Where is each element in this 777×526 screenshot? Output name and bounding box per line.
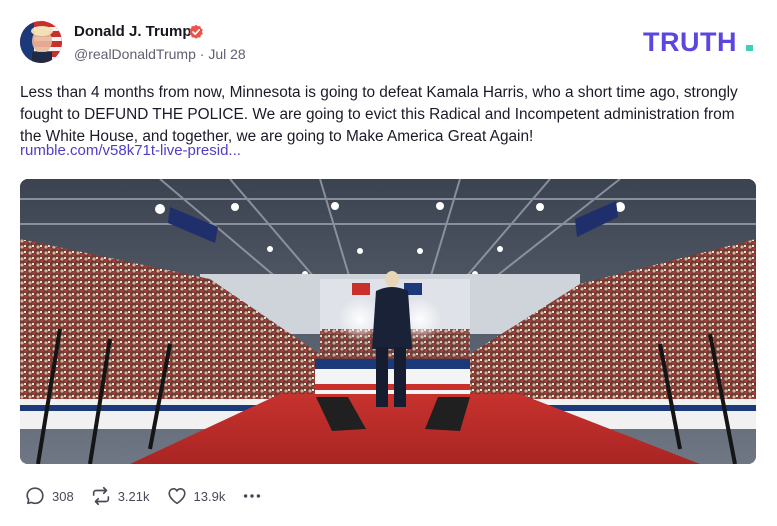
reply-button[interactable]: 308 (24, 485, 74, 507)
truth-post: Donald J. Trump @realDonaldTrump · Jul 2… (0, 0, 777, 526)
author-name[interactable]: Donald J. Trump (74, 23, 192, 40)
post-image[interactable] (20, 179, 756, 464)
like-count: 13.9k (193, 488, 226, 504)
author-handle[interactable]: @realDonaldTrump (74, 46, 196, 62)
more-options-button[interactable] (241, 485, 263, 507)
post-link[interactable]: rumble.com/v58k71t-live-presid... (20, 142, 241, 159)
post-actions: 308 3.21k 13.9k (24, 484, 263, 508)
svg-text:TRUTH: TRUTH (643, 28, 737, 56)
truth-social-logo: TRUTH (643, 28, 753, 56)
like-button[interactable]: 13.9k (166, 485, 226, 507)
post-date[interactable]: Jul 28 (208, 46, 245, 62)
more-icon (244, 494, 261, 498)
retruth-count: 3.21k (117, 488, 150, 504)
retruth-icon (92, 486, 109, 506)
reply-count: 308 (52, 488, 74, 504)
author-avatar[interactable] (20, 21, 62, 63)
like-icon (167, 488, 186, 505)
post-text: Less than 4 months from now, Minnesota i… (20, 84, 738, 145)
author-meta: @realDonaldTrump · Jul 28 (74, 46, 246, 62)
retruth-button[interactable]: 3.21k (90, 485, 150, 507)
meta-separator: · (199, 46, 205, 62)
rally-photo (20, 179, 756, 464)
verified-badge-icon (189, 24, 203, 39)
reply-icon (26, 487, 44, 505)
